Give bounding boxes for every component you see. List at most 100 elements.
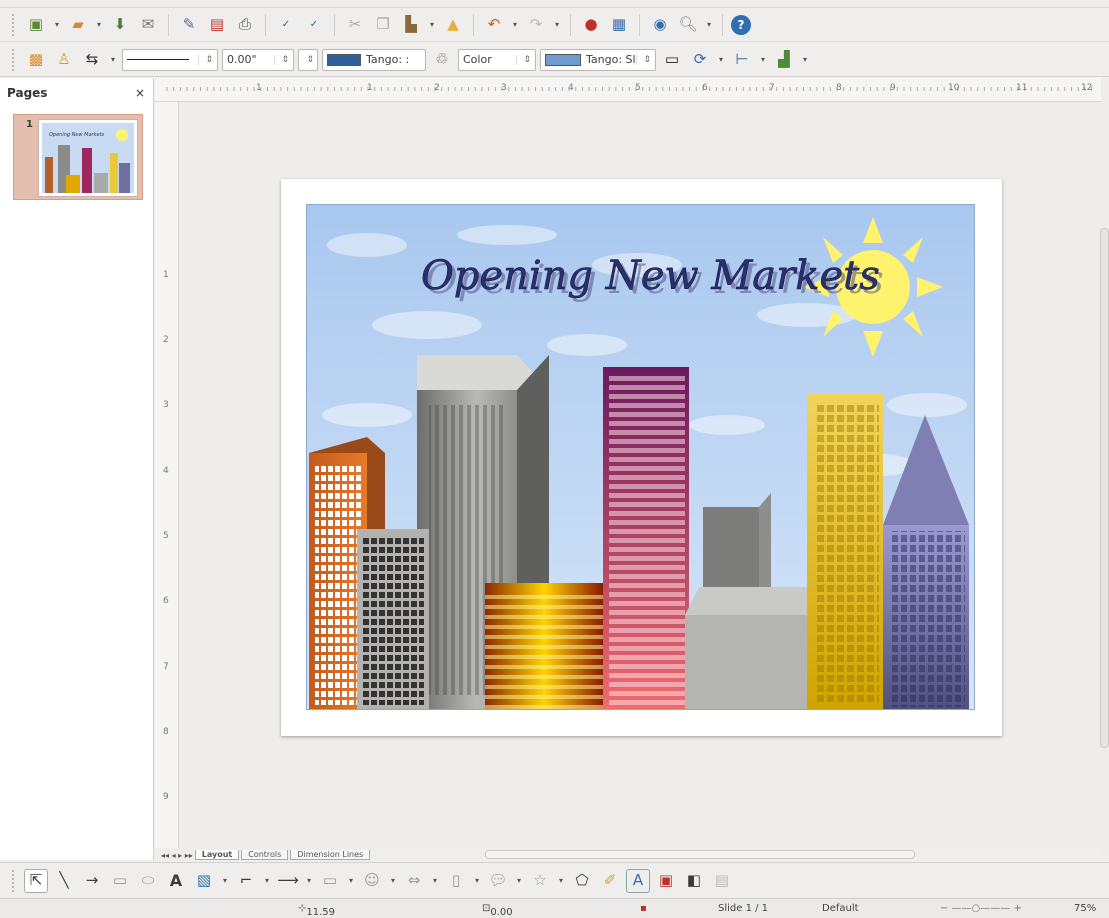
redo-dropdown-icon[interactable]: ▾: [552, 20, 562, 29]
undo-icon[interactable]: ↶: [482, 13, 506, 37]
tab-layout[interactable]: Layout: [194, 850, 240, 860]
select-pointer-icon[interactable]: ⇱: [24, 868, 48, 893]
dropdown-icon[interactable]: ▾: [304, 876, 314, 885]
points-icon[interactable]: ⬠: [570, 869, 594, 893]
zoom-icon[interactable]: 🔍︎: [676, 13, 700, 37]
window-top-edge: [0, 0, 1109, 8]
undo-dropdown-icon[interactable]: ▾: [510, 20, 520, 29]
zoom-dropdown-icon[interactable]: ▾: [704, 20, 714, 29]
spellcheck-icon[interactable]: ✓: [274, 13, 298, 37]
line-width-spinner[interactable]: ⇕: [298, 48, 318, 71]
callouts-icon[interactable]: 💬︎: [486, 869, 510, 893]
slide-editing-area[interactable]: 1 1 2 3 4 5 6 7 8 9 10 11 12 1 2 3 4 5 6…: [155, 78, 1109, 860]
line-tool-icon[interactable]: ╲: [52, 869, 76, 893]
fontwork-gallery-icon[interactable]: A: [626, 868, 650, 893]
dropdown-icon[interactable]: ▾: [514, 876, 524, 885]
vertical-scrollbar[interactable]: [1100, 228, 1109, 748]
copy-icon[interactable]: ❐: [371, 13, 395, 37]
rotate-dropdown-icon[interactable]: ▾: [716, 55, 726, 64]
rectangle-icon[interactable]: ▭: [108, 869, 132, 893]
shadow-tool-icon[interactable]: ◧: [682, 869, 706, 893]
dropdown-icon[interactable]: ▾: [220, 876, 230, 885]
line-style-select[interactable]: ⇕: [122, 48, 218, 71]
block-arrows-icon[interactable]: ⇔: [402, 869, 426, 893]
redo-icon[interactable]: ↷: [524, 13, 548, 37]
tab-controls[interactable]: Controls: [241, 850, 289, 860]
navigator-icon[interactable]: ◉: [648, 13, 672, 37]
lines-arrows-icon[interactable]: ⟶: [276, 869, 300, 893]
tab-nav-arrows-icon[interactable]: ◂◂ ◂ ▸ ▸▸: [161, 851, 193, 860]
align-icon[interactable]: ⊢: [730, 48, 754, 72]
align-dropdown-icon[interactable]: ▾: [758, 55, 768, 64]
3d-icon[interactable]: ▤: [710, 869, 734, 893]
slide-artwork[interactable]: Opening New Markets Opening New Markets: [306, 204, 975, 710]
basic-shapes-icon[interactable]: ▭: [318, 869, 342, 893]
paste-dropdown-icon[interactable]: ▾: [427, 20, 437, 29]
zoom-level[interactable]: 75%: [1074, 903, 1096, 914]
dropdown-icon[interactable]: ▾: [346, 876, 356, 885]
area-style-select[interactable]: Color ⇕: [458, 48, 536, 71]
arrow-style-dropdown-icon[interactable]: ▾: [108, 55, 118, 64]
paste-icon[interactable]: ▙: [399, 13, 423, 37]
v-ruler-mark: 2: [163, 335, 169, 345]
email-icon[interactable]: ✉: [136, 13, 160, 37]
styles-icon[interactable]: ▩: [24, 48, 48, 72]
clone-formatting-icon[interactable]: ▲: [441, 13, 465, 37]
horizontal-scrollbar[interactable]: [485, 850, 915, 859]
close-icon[interactable]: ×: [135, 86, 145, 100]
edit-file-icon[interactable]: ✎: [177, 13, 201, 37]
tab-dimension-lines[interactable]: Dimension Lines: [290, 850, 371, 860]
dropdown-icon[interactable]: ▾: [388, 876, 398, 885]
slide-thumbnail-title: Opening New Markets: [49, 132, 105, 138]
stars-icon[interactable]: ☆: [528, 869, 552, 893]
symbol-shapes-icon[interactable]: ☺: [360, 869, 384, 893]
dropdown-icon[interactable]: ▾: [262, 876, 272, 885]
arrow-line-icon[interactable]: →: [80, 869, 104, 893]
chart-icon[interactable]: ●: [579, 13, 603, 37]
dropdown-icon[interactable]: ▾: [472, 876, 482, 885]
open-folder-icon[interactable]: ▰: [66, 13, 90, 37]
toolbar-grip[interactable]: [12, 13, 16, 36]
save-icon[interactable]: ⬇: [108, 13, 132, 37]
dropdown-icon[interactable]: ▾: [430, 876, 440, 885]
zoom-slider[interactable]: − ——○——— +: [940, 903, 1022, 914]
h-ruler-mark: 3: [501, 83, 507, 93]
glue-points-icon[interactable]: ✐: [598, 869, 622, 893]
arrange-dropdown-icon[interactable]: ▾: [800, 55, 810, 64]
insert-image-icon[interactable]: ▣: [654, 869, 678, 893]
area-color-value: Tango: Sl: [586, 53, 636, 66]
connector-icon[interactable]: ⌐: [234, 869, 258, 893]
line-color-select[interactable]: Tango: :: [322, 48, 426, 71]
new-document-icon[interactable]: ▣: [24, 13, 48, 37]
export-pdf-icon[interactable]: ▤: [205, 13, 229, 37]
area-color-select[interactable]: Tango: Sl ⇕: [540, 48, 656, 71]
slide-layout-name[interactable]: Default: [822, 903, 859, 914]
arrow-style-icon[interactable]: ⇆: [80, 48, 104, 72]
ellipse-icon[interactable]: ⬭: [136, 869, 160, 893]
slide-thumbnail-1[interactable]: 1 Opening New Markets: [13, 114, 143, 200]
toolbar-grip[interactable]: [12, 869, 16, 892]
vertical-ruler[interactable]: 1 2 3 4 5 6 7 8 9: [155, 102, 179, 852]
area-icon[interactable]: ♲: [430, 48, 454, 72]
fontwork-icon[interactable]: ▧: [192, 869, 216, 893]
new-dropdown-icon[interactable]: ▾: [52, 20, 62, 29]
line-icon[interactable]: ♙: [52, 48, 76, 72]
slide-page[interactable]: Opening New Markets Opening New Markets: [281, 179, 1002, 736]
table-icon[interactable]: ▦: [607, 13, 631, 37]
arrange-icon[interactable]: ▟: [772, 48, 796, 72]
help-icon[interactable]: ?: [731, 14, 751, 35]
autospellcheck-icon[interactable]: ✓: [302, 13, 326, 37]
text-tool-icon[interactable]: A: [164, 869, 188, 893]
cut-icon[interactable]: ✂: [343, 13, 367, 37]
dropdown-icon[interactable]: ▾: [556, 876, 566, 885]
line-width-field[interactable]: 0.00" ⇕: [222, 48, 294, 71]
document-modified-icon[interactable]: ▪: [640, 903, 647, 914]
rotate-icon[interactable]: ⟳: [688, 48, 712, 72]
open-dropdown-icon[interactable]: ▾: [94, 20, 104, 29]
drawing-toolbar: ⇱ ╲ → ▭ ⬭ A ▧ ▾ ⌐ ▾ ⟶ ▾ ▭ ▾ ☺ ▾ ⇔ ▾ ▯ ▾ 💬︎ ▾ ☆ ▾ …: [0, 862, 1109, 898]
flowchart-icon[interactable]: ▯: [444, 869, 468, 893]
horizontal-ruler[interactable]: 1 1 2 3 4 5 6 7 8 9 10 11 12: [155, 78, 1101, 102]
print-icon[interactable]: ⎙: [233, 13, 257, 37]
toolbar-grip[interactable]: [12, 48, 16, 71]
shadow-icon[interactable]: ▭: [660, 48, 684, 72]
